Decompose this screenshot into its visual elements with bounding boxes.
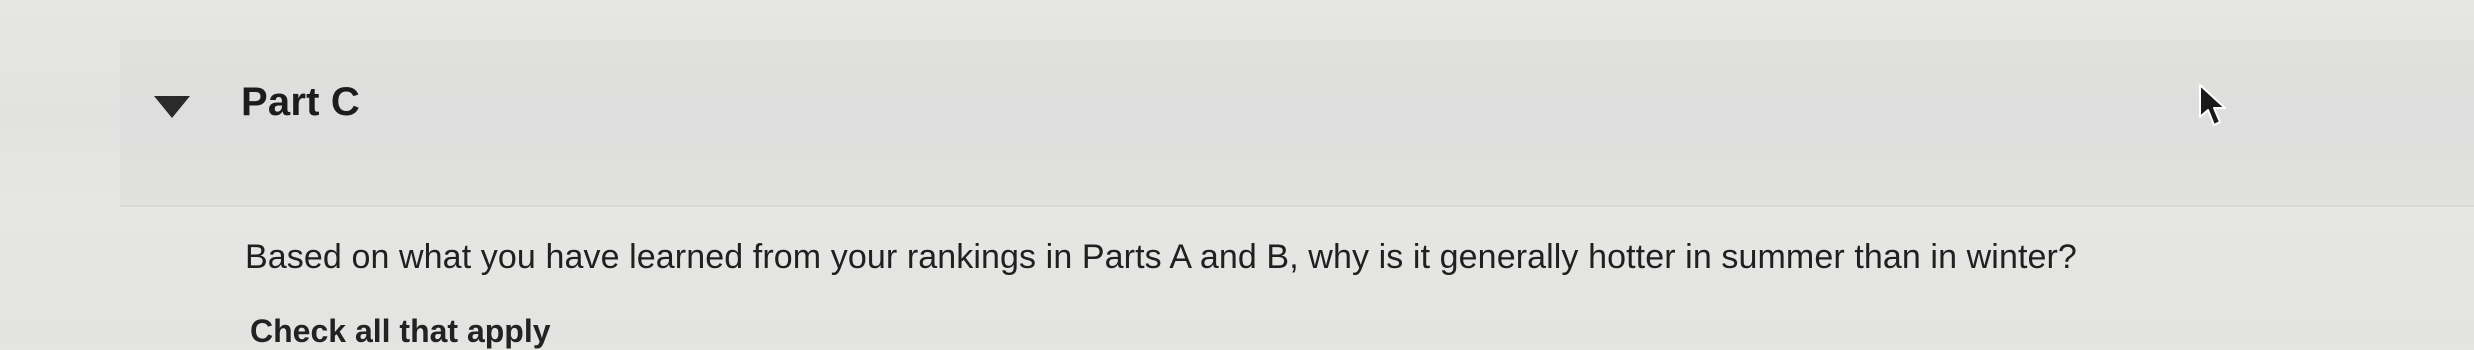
collapse-toggle-button[interactable] [150, 92, 194, 122]
question-instruction: Check all that apply [250, 313, 551, 349]
question-prompt: Based on what you have learned from your… [245, 238, 2077, 276]
mouse-pointer-icon [2197, 83, 2231, 131]
page: Part C Based on what you have learned fr… [0, 0, 2474, 349]
part-header-band [120, 40, 2474, 207]
caret-down-icon [154, 96, 190, 118]
part-title[interactable]: Part C [241, 80, 360, 125]
